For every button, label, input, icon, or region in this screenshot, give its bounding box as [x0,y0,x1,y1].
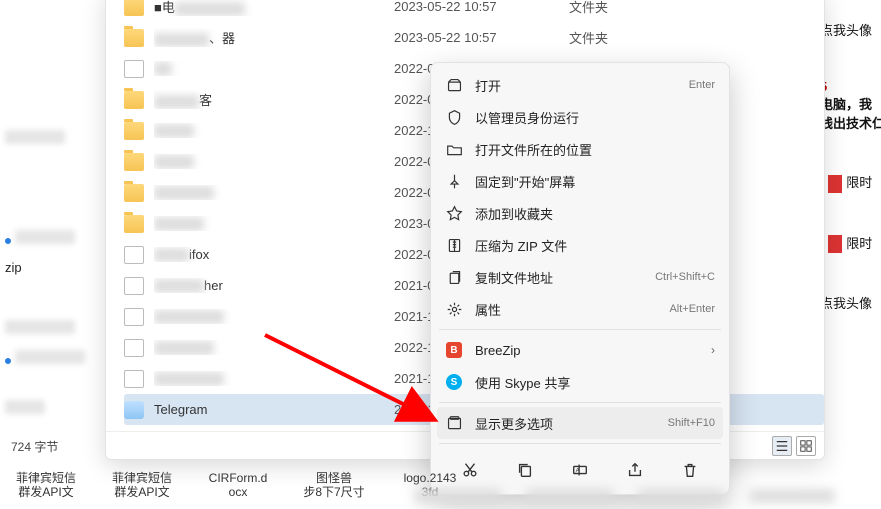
view-icons-button[interactable] [796,436,816,456]
file-icon [124,60,144,78]
background-panel: 点我头像 5 电脑，我 线出技术仁 " 限时 " 限时 点我头像 [816,0,881,509]
menu-item-label: 以管理员身份运行 [475,108,715,127]
file-name [154,185,394,201]
context-menu: 打开 Enter 以管理员身份运行打开文件所在的位置固定到"开始"屏幕添加到收藏夹压… [430,62,730,495]
menu-item-label: 打开 [475,76,677,95]
menu-item-accel: Ctrl+Shift+C [655,271,715,283]
bg-text: 点我头像 [816,293,881,312]
menu-item-label: 打开文件所在的位置 [475,140,715,159]
file-name [154,154,394,170]
folder-icon [124,0,144,16]
file-name: her [154,278,394,294]
menu-item-label: 固定到"开始"屏幕 [475,172,715,191]
menu-item-skype[interactable]: S 使用 Skype 共享 [437,366,723,398]
file-name [154,123,394,139]
open-icon [445,76,463,94]
menu-item-label: 压缩为 ZIP 文件 [475,236,715,255]
file-icon [124,277,144,295]
menu-item-label: 属性 [475,300,657,319]
pin-icon [445,172,463,190]
zip-label: zip [5,260,22,275]
status-bar-text: 724 字节 [11,438,58,455]
bg-text: 电脑，我 [816,94,881,113]
bg-text: 点我头像 [816,20,881,39]
file-icon [124,339,144,357]
breezip-icon: B [445,341,463,359]
menu-item-label: 使用 Skype 共享 [475,373,715,392]
folder-icon [124,122,144,140]
menu-item-accel: Shift+F10 [668,417,715,429]
file-name: ifox [154,247,394,263]
menu-item-more[interactable]: 显示更多选项 Shift+F10 [437,407,723,439]
more-icon [445,414,463,432]
file-icon [124,370,144,388]
desktop-icon-label[interactable]: 图怪兽步8下7尺寸 [298,471,370,509]
file-name: 客 [154,90,394,109]
file-name [154,340,394,356]
menu-item-label: 复制文件地址 [475,268,643,287]
bg-text: " 限时 [816,233,881,254]
props-icon [445,300,463,318]
menu-item-pin[interactable]: 固定到"开始"屏幕 [437,165,723,197]
desktop-icon-label[interactable]: 菲律宾短信群发API文 [106,471,178,509]
menu-separator [439,443,721,444]
file-row[interactable]: 、器2023-05-22 10:57文件夹 [124,22,824,53]
folder-icon [124,91,144,109]
menu-item-folder-open[interactable]: 打开文件所在的位置 [437,133,723,165]
bg-text: 线出技术仁 [816,113,881,132]
menu-item-accel: Enter [689,79,715,91]
file-name: 、器 [154,28,394,47]
menu-item-star[interactable]: 添加到收藏夹 [437,197,723,229]
menu-item-accel: Alt+Enter [669,303,715,315]
bg-text: " 限时 [816,172,881,193]
file-name [154,371,394,387]
menu-item-label: BreeZip [475,343,699,358]
chevron-right-icon: › [711,343,715,357]
menu-item-label: 显示更多选项 [475,414,656,433]
folder-icon [124,215,144,233]
file-name [154,216,394,232]
folder-icon [124,153,144,171]
file-name: Telegram [154,402,394,417]
star-icon [445,204,463,222]
file-icon [124,246,144,264]
menu-item-copy-path[interactable]: 复制文件地址 Ctrl+Shift+C [437,261,723,293]
file-icon [124,308,144,326]
menu-item-open[interactable]: 打开 Enter [437,69,723,101]
bg-text: 5 [816,79,881,94]
menu-separator [439,402,721,403]
app-icon [124,401,144,419]
file-date: 2023-05-22 10:57 [394,0,569,14]
file-name [154,61,394,77]
menu-item-props[interactable]: 属性 Alt+Enter [437,293,723,325]
file-type: 文件夹 [569,28,659,47]
admin-icon [445,108,463,126]
desktop-icon-label[interactable]: CIRForm.docx [202,471,274,509]
menu-item-zip[interactable]: 压缩为 ZIP 文件 [437,229,723,261]
folder-icon [124,29,144,47]
menu-item-label: 添加到收藏夹 [475,204,715,223]
skype-icon: S [445,373,463,391]
bottom-blur [415,489,835,509]
menu-item-admin[interactable]: 以管理员身份运行 [437,101,723,133]
file-name [154,309,394,325]
file-row[interactable]: ■电2023-05-22 10:57文件夹 [124,0,824,22]
file-type: 文件夹 [569,0,659,16]
copy-path-icon [445,268,463,286]
file-date: 2023-05-22 10:57 [394,30,569,45]
folder-open-icon [445,140,463,158]
file-name: ■电 [154,0,394,16]
menu-item-breezip[interactable]: B BreeZip › [437,334,723,366]
left-sidebar: zip [0,0,105,509]
view-details-button[interactable] [772,436,792,456]
folder-icon [124,184,144,202]
desktop-icon-label[interactable]: 菲律宾短信群发API文 [10,471,82,509]
zip-icon [445,236,463,254]
menu-separator [439,329,721,330]
